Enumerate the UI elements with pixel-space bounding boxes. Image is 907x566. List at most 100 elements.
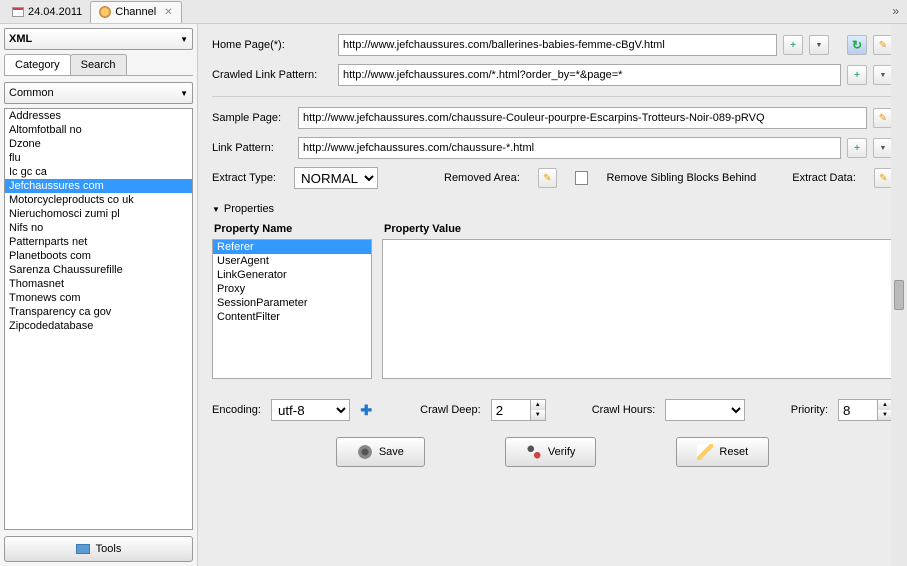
source-list[interactable]: AddressesAltomfotball noDzonefluIc gc ca… [4,108,193,530]
property-value-header: Property Value [382,221,893,237]
link-pattern-input[interactable] [298,137,841,159]
chevron-down-icon[interactable]: ▼ [531,410,545,420]
crawl-hours-label: Crawl Hours: [592,404,656,416]
reset-button[interactable]: Reset [676,437,769,467]
save-button[interactable]: Save [336,437,425,467]
priority-spinner[interactable]: ▲▼ [838,399,893,421]
encoding-select[interactable]: utf-8 [271,399,350,421]
list-item[interactable]: Nifs no [5,221,192,235]
list-item[interactable]: Altomfotball no [5,123,192,137]
home-page-add-button[interactable] [783,35,803,55]
extract-type-select[interactable]: NORMAL [294,167,378,189]
list-item[interactable]: Jefchaussures com [5,179,192,193]
minimize-icon[interactable]: » [892,4,899,18]
tab-category[interactable]: Category [4,54,71,75]
channel-icon [99,6,111,18]
tab-channel-label: Channel [115,6,156,18]
common-combo[interactable]: Common [4,82,193,104]
crawled-link-add-button[interactable] [847,65,867,85]
list-item[interactable]: Dzone [5,137,192,151]
crawl-deep-spinner[interactable]: ▲▼ [491,399,546,421]
tools-icon [76,544,90,554]
link-pattern-add-button[interactable] [847,138,867,158]
property-item[interactable]: UserAgent [213,254,371,268]
chevron-up-icon[interactable]: ▲ [531,400,545,410]
verify-button[interactable]: Verify [505,437,597,467]
tab-search[interactable]: Search [70,54,127,75]
priority-input[interactable] [838,399,878,421]
crawl-deep-label: Crawl Deep: [420,404,481,416]
tab-date[interactable]: 24.04.2011 [4,1,90,23]
property-value-area[interactable] [382,239,893,379]
sample-page-input[interactable] [298,107,867,129]
property-item[interactable]: Referer [213,240,371,254]
property-item[interactable]: SessionParameter [213,296,371,310]
home-refresh-icon[interactable] [847,35,867,55]
list-item[interactable]: Patternparts net [5,235,192,249]
reset-label: Reset [719,446,748,458]
verify-icon [526,444,542,460]
list-item[interactable]: Zipcodedatabase [5,319,192,333]
sample-page-label: Sample Page: [212,112,292,124]
removed-area-edit-icon[interactable] [538,168,557,188]
tools-label: Tools [96,543,122,555]
list-item[interactable]: Ic gc ca [5,165,192,179]
home-page-input[interactable] [338,34,777,56]
properties-label: Properties [224,203,274,215]
property-name-header: Property Name [212,221,372,237]
removed-area-label: Removed Area: [444,172,520,184]
list-item[interactable]: Tmonews com [5,291,192,305]
remove-sibling-checkbox[interactable] [575,171,588,185]
vertical-scrollbar[interactable] [891,24,907,566]
list-item[interactable]: Planetboots com [5,249,192,263]
properties-toggle[interactable]: Properties [212,203,893,215]
crawl-hours-select[interactable] [665,399,744,421]
sample-page-edit-icon[interactable] [873,108,893,128]
calendar-icon [12,7,24,17]
reset-icon [697,444,713,460]
encoding-add-icon[interactable] [358,401,374,419]
list-item[interactable]: Motorcycleproducts co uk [5,193,192,207]
xml-combo[interactable]: XML [4,28,193,50]
save-label: Save [379,446,404,458]
list-item[interactable]: Thomasnet [5,277,192,291]
list-item[interactable]: Sarenza Chaussurefille [5,263,192,277]
left-panel: XML Category Search Common AddressesAlto… [0,24,198,566]
property-item[interactable]: LinkGenerator [213,268,371,282]
priority-label: Priority: [791,404,828,416]
crawl-deep-input[interactable] [491,399,531,421]
encoding-label: Encoding: [212,404,261,416]
common-combo-label: Common [9,87,54,99]
list-item[interactable]: Transparency ca gov [5,305,192,319]
tools-button[interactable]: Tools [4,536,193,562]
list-item[interactable]: flu [5,151,192,165]
close-icon[interactable]: ✕ [164,7,172,18]
remove-sibling-label: Remove Sibling Blocks Behind [606,172,756,184]
home-page-label: Home Page(*): [212,39,332,51]
property-item[interactable]: ContentFilter [213,310,371,324]
home-page-dropdown[interactable] [809,35,829,55]
scrollbar-thumb[interactable] [894,280,904,310]
crawled-link-input[interactable] [338,64,841,86]
property-item[interactable]: Proxy [213,282,371,296]
extract-data-label: Extract Data: [792,172,856,184]
tab-channel[interactable]: Channel ✕ [90,1,181,23]
list-item[interactable]: Addresses [5,109,192,123]
sub-tabs: Category Search [4,54,193,76]
list-item[interactable]: Nieruchomosci zumi pl [5,207,192,221]
editor-tab-bar: 24.04.2011 Channel ✕ » [0,0,907,24]
home-edit-icon[interactable] [873,35,893,55]
chevron-down-icon[interactable]: ▼ [878,410,892,420]
extract-type-label: Extract Type: [212,172,276,184]
link-pattern-label: Link Pattern: [212,142,292,154]
tab-date-label: 24.04.2011 [28,6,82,18]
property-name-list[interactable]: RefererUserAgentLinkGeneratorProxySessio… [212,239,372,379]
xml-combo-label: XML [9,33,32,45]
right-panel: Home Page(*): Crawled Link Pattern: Samp… [198,24,907,566]
verify-label: Verify [548,446,576,458]
chevron-up-icon[interactable]: ▲ [878,400,892,410]
crawled-link-label: Crawled Link Pattern: [212,69,332,81]
crawled-link-dropdown[interactable] [873,65,893,85]
link-pattern-dropdown[interactable] [873,138,893,158]
save-icon [357,444,373,460]
